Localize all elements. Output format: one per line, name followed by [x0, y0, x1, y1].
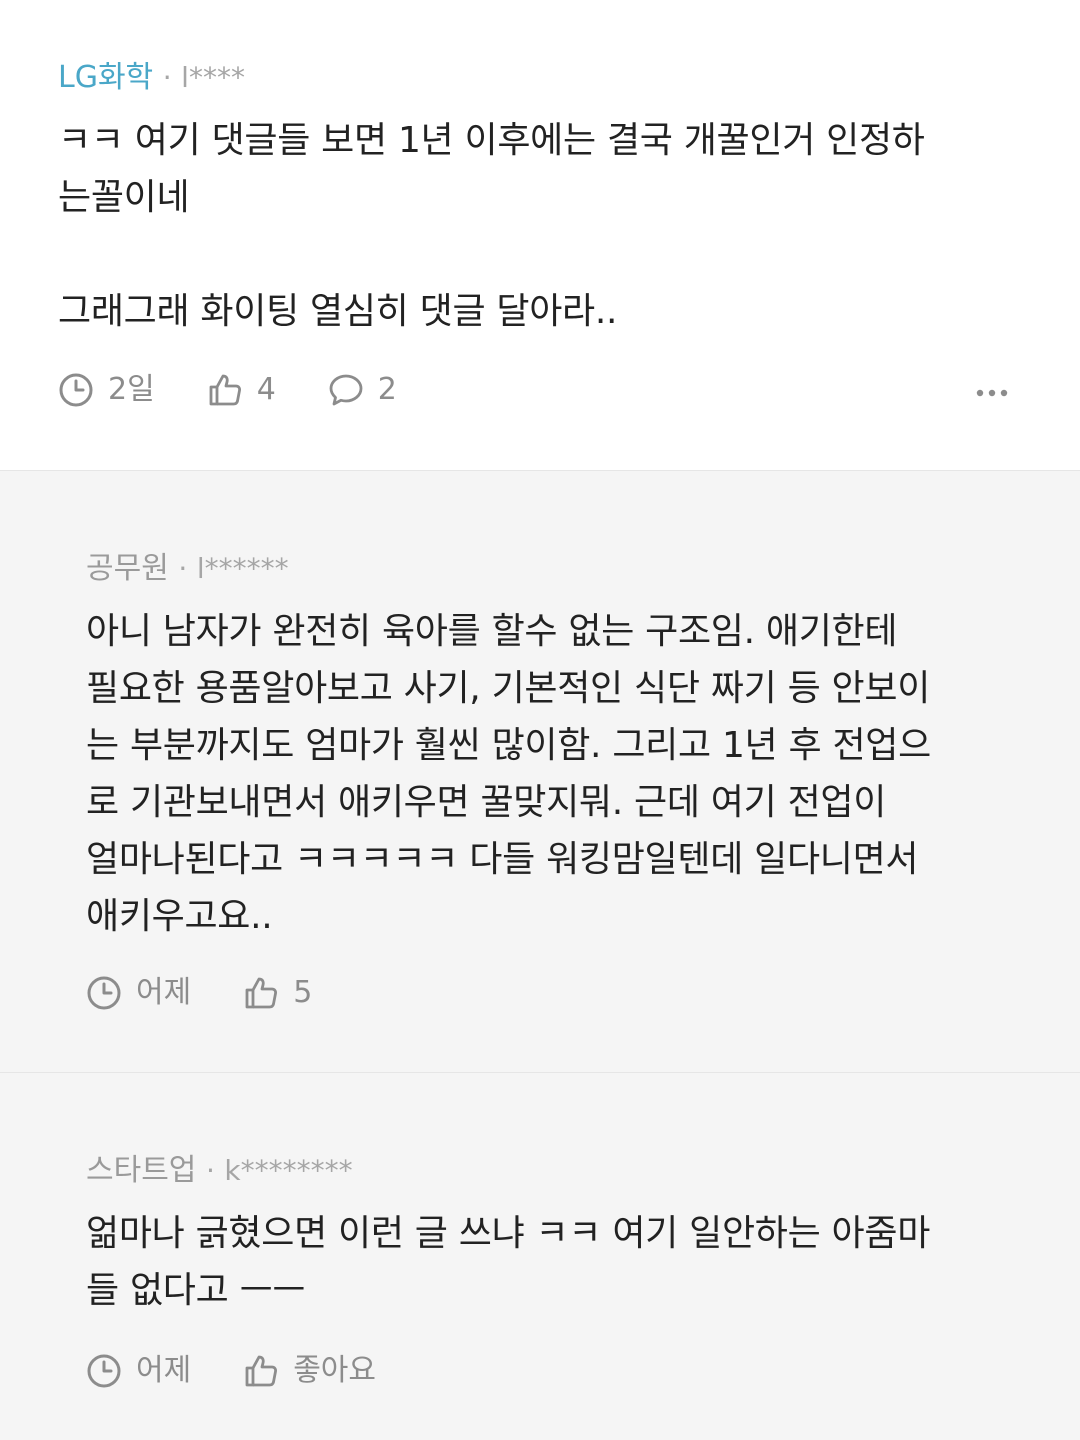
like-button[interactable]: 좋아요 — [243, 1351, 376, 1391]
author-separator: · — [205, 1154, 215, 1187]
comment-author[interactable]: LG화학 · l**** — [58, 58, 245, 98]
author-username: l****** — [196, 552, 289, 585]
more-button[interactable] — [974, 378, 1014, 408]
comment-text: ㅋㅋ 여기 댓글들 보면 1년 이후에는 결국 개꿀인거 인정하 는꼴이네 그래… — [58, 120, 925, 332]
comment-time: 어제 — [86, 1351, 191, 1391]
author-username: l**** — [181, 61, 245, 94]
more-dots-icon — [976, 389, 1008, 397]
comment-text: 아니 남자가 완전히 육아를 할수 없는 구조임. 애기한테 필요한 용품알아보… — [86, 611, 931, 937]
clock-icon — [87, 976, 121, 1010]
comment-author[interactable]: 공무원 · l****** — [86, 549, 289, 589]
author-company: LG화학 — [58, 60, 154, 95]
author-company: 공무원 — [86, 551, 169, 586]
comment-item: 스타트업 · k******** 얾마나 긁혔으면 이런 글 쓰냐 ㅋㅋ 여기 … — [0, 1072, 1080, 1440]
comment-actions: 어제 좋아요 — [86, 1349, 428, 1393]
comment-time-text: 어제 — [136, 1353, 192, 1388]
comment-item: LG화학 · l**** ㅋㅋ 여기 댓글들 보면 1년 이후에는 결국 개꿀인… — [0, 0, 1080, 470]
thumbs-up-icon — [245, 977, 278, 1009]
comment-time: 2일 — [58, 370, 155, 410]
like-button[interactable]: 5 — [243, 973, 312, 1013]
comment-time: 어제 — [86, 973, 191, 1013]
comment-list: LG화학 · l**** ㅋㅋ 여기 댓글들 보면 1년 이후에는 결국 개꿀인… — [0, 0, 1080, 1440]
speech-bubble-icon — [329, 374, 363, 406]
comment-item: 공무원 · l****** 아니 남자가 완전히 육아를 할수 없는 구조임. … — [0, 470, 1080, 1072]
clock-icon — [87, 1354, 121, 1388]
like-button[interactable]: 4 — [207, 370, 276, 410]
author-company: 스타트업 — [86, 1153, 197, 1188]
comment-actions: 어제 5 — [86, 971, 364, 1015]
like-count: 4 — [256, 372, 276, 407]
reply-button[interactable]: 2 — [328, 370, 397, 410]
thumbs-up-icon — [209, 374, 241, 406]
clock-icon — [59, 373, 93, 407]
like-count: 5 — [293, 975, 313, 1010]
comment-actions: 2일 4 2 — [58, 368, 449, 412]
thumbs-up-icon — [245, 1355, 278, 1387]
comment-time-text: 2일 — [108, 372, 155, 407]
author-username: k******** — [224, 1154, 353, 1187]
reply-count: 2 — [377, 372, 397, 407]
comment-author[interactable]: 스타트업 · k******** — [86, 1151, 353, 1191]
comment-text: 얾마나 긁혔으면 이런 글 쓰냐 ㅋㅋ 여기 일안하는 아줌마 들 없다고 ㅡㅡ — [86, 1213, 931, 1311]
like-label: 좋아요 — [293, 1353, 377, 1388]
author-separator: · — [162, 61, 172, 94]
author-separator: · — [178, 552, 188, 585]
comment-time-text: 어제 — [136, 975, 192, 1010]
